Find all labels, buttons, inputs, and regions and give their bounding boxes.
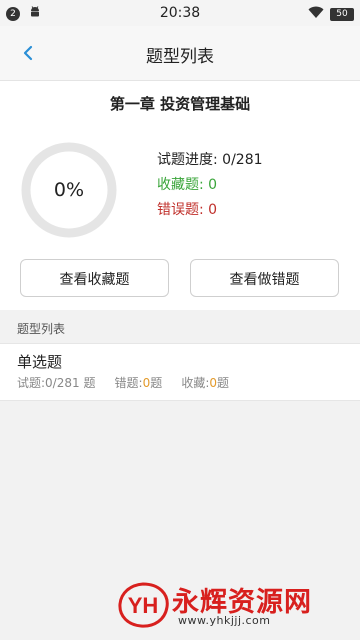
status-time: 20:38	[159, 5, 201, 21]
favorites-count-stat: 收藏题: 0	[157, 177, 218, 193]
yh-logo-icon: YH	[118, 582, 169, 628]
watermark: YH 永辉资源网 www.yhkjjj.com	[114, 580, 346, 630]
list-item-single-choice[interactable]: 单选题 试题:0/281 题 错题:0题 收藏:0题	[0, 343, 360, 401]
fav-suffix: 题	[217, 376, 230, 390]
view-favorites-button[interactable]: 查看收藏题	[20, 259, 169, 297]
logo-text: YH	[128, 593, 159, 618]
chapter-title: 第一章 投资管理基础	[109, 95, 251, 113]
question-type-name: 单选题	[17, 353, 63, 371]
section-label: 题型列表	[17, 322, 66, 336]
chapter-summary-card: 第一章 投资管理基础 0% 试题进度: 0/281 收藏题: 0 错误题: 0 …	[0, 81, 360, 310]
wrong-prefix: 错题:	[114, 376, 143, 390]
question-progress-stat: 试题进度: 0/281	[157, 152, 263, 168]
view-wrong-button[interactable]: 查看做错题	[190, 259, 339, 297]
app-header: 题型列表	[0, 26, 360, 81]
fav-count: 0	[209, 376, 217, 390]
page-title: 题型列表	[146, 47, 214, 67]
questions-count: 试题:0/281 题	[17, 376, 96, 390]
watermark-url: www.yhkjjj.com	[178, 614, 271, 627]
wrong-suffix: 题	[150, 376, 163, 390]
status-right: 50	[308, 5, 354, 23]
fav-prefix: 收藏:	[181, 376, 210, 390]
wrong-count-stat: 错误题: 0	[157, 202, 218, 218]
question-type-meta: 试题:0/281 题 错题:0题 收藏:0题	[17, 374, 229, 391]
wifi-icon	[308, 5, 324, 23]
battery-icon: 50	[330, 7, 354, 21]
progress-percent-text: 0%	[53, 179, 85, 201]
status-bar: 2 20:38 50	[0, 0, 360, 26]
